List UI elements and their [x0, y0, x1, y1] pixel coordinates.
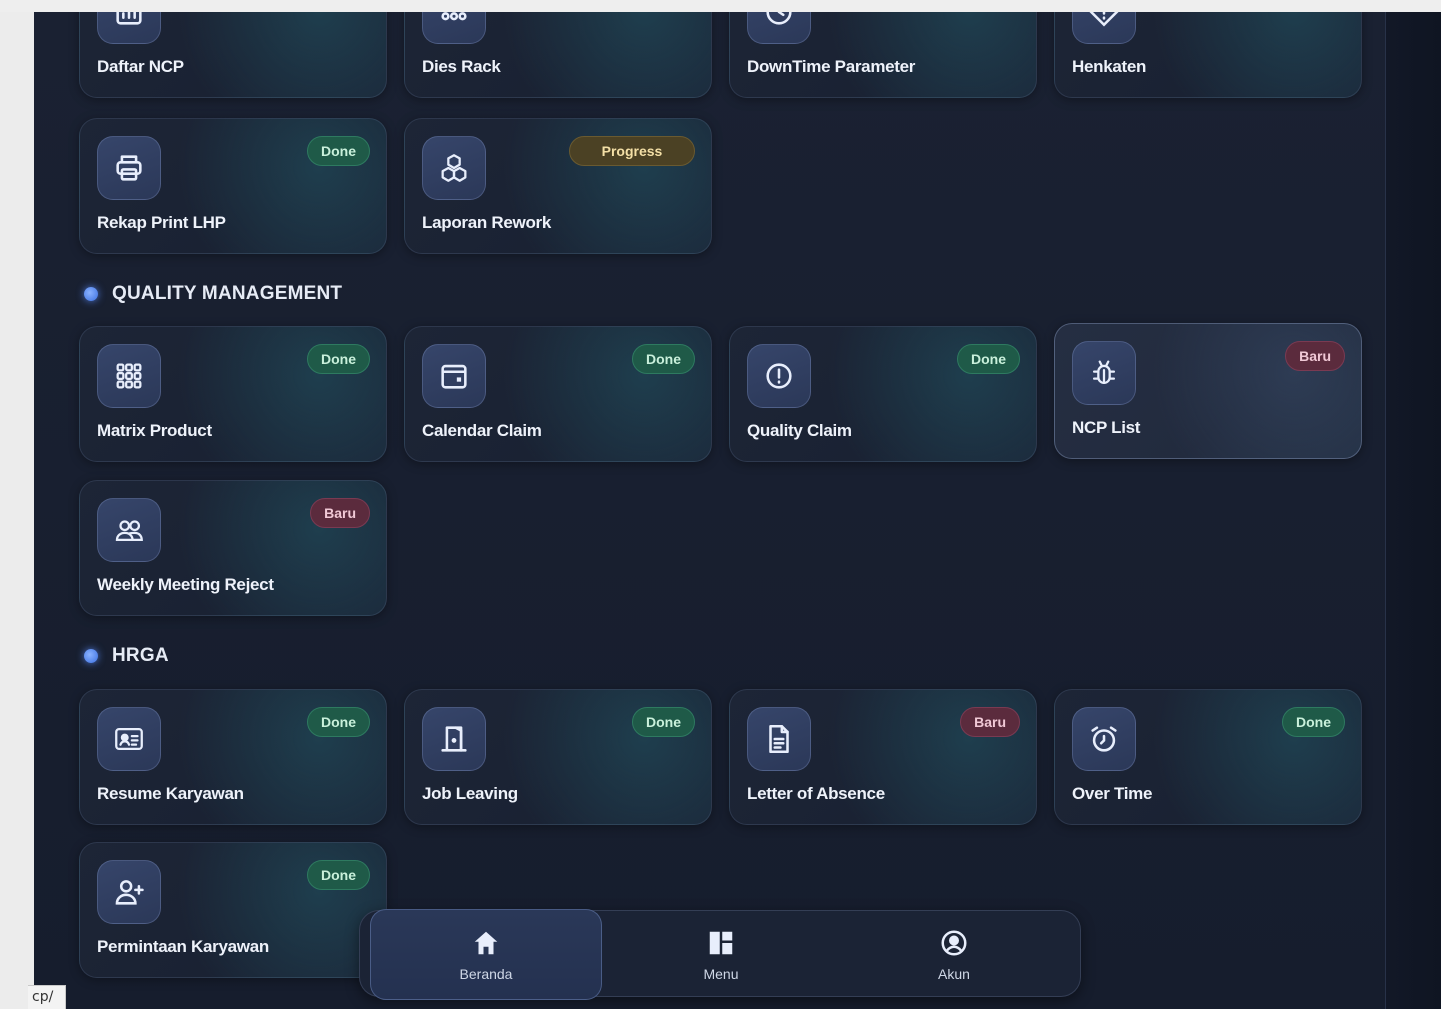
nav-menu[interactable]: Menu [605, 911, 837, 998]
card-rekap-print-lhp[interactable]: Done Rekap Print LHP [79, 118, 387, 254]
card-label: Henkaten [1072, 57, 1147, 76]
card-label: Resume Karyawan [97, 784, 244, 803]
status-badge: Done [307, 136, 370, 166]
card-label: DownTime Parameter [747, 57, 916, 76]
browser-top-strip [0, 0, 1441, 12]
calendar-icon [422, 344, 486, 408]
bar-chart-icon [97, 12, 161, 44]
card-label: Permintaan Karyawan [97, 937, 269, 956]
status-badge: Baru [960, 707, 1020, 737]
card-label: Calendar Claim [422, 421, 542, 440]
diamond-alert-icon [1072, 12, 1136, 44]
card-job-leaving[interactable]: Done Job Leaving [404, 689, 712, 825]
nav-label: Akun [938, 965, 970, 982]
card-henkaten[interactable]: Henkaten [1054, 12, 1362, 98]
nav-label: Menu [703, 965, 739, 982]
card-downtime-parameter[interactable]: DownTime Parameter [729, 12, 1037, 98]
bug-icon [1072, 341, 1136, 405]
card-label: Rekap Print LHP [97, 213, 226, 232]
nav-beranda[interactable]: Beranda [370, 909, 602, 1000]
card-label: Dies Rack [422, 57, 501, 76]
status-badge: Baru [1285, 341, 1345, 371]
user-circle-icon [941, 930, 967, 955]
status-badge: Progress [569, 136, 695, 166]
status-badge: Done [307, 707, 370, 737]
status-badge: Done [957, 344, 1020, 374]
door-icon [422, 707, 486, 771]
status-badge: Done [1282, 707, 1345, 737]
boxes-icon [422, 136, 486, 200]
status-badge: Done [632, 344, 695, 374]
card-label: NCP List [1072, 418, 1141, 437]
card-label: Weekly Meeting Reject [97, 575, 274, 594]
card-calendar-claim[interactable]: Done Calendar Claim [404, 326, 712, 462]
section-dot-icon [84, 287, 98, 301]
layout-icon [709, 931, 733, 954]
card-laporan-rework[interactable]: Progress Laporan Rework [404, 118, 712, 254]
user-plus-icon [97, 860, 161, 924]
card-daftar-ncp[interactable]: Daftar NCP [79, 12, 387, 98]
bottom-nav: Beranda Menu Akun [359, 909, 1081, 1000]
section-quality-management: QUALITY MANAGEMENT [84, 283, 342, 305]
id-card-icon [97, 707, 161, 771]
printer-icon [97, 136, 161, 200]
app-container: Daftar NCP Dies Rack DownTime Parameter … [34, 12, 1441, 1009]
card-label: Daftar NCP [97, 57, 184, 76]
card-permintaan-karyawan[interactable]: Done Permintaan Karyawan [79, 842, 387, 978]
card-label: Letter of Absence [747, 784, 885, 803]
home-icon [474, 931, 498, 954]
status-badge: Done [632, 707, 695, 737]
card-letter-of-absence[interactable]: Baru Letter of Absence [729, 689, 1037, 825]
clock-icon [747, 12, 811, 44]
status-badge: Baru [310, 498, 370, 528]
card-label: Job Leaving [422, 784, 518, 803]
card-label: Matrix Product [97, 421, 212, 440]
card-weekly-meeting-reject[interactable]: Baru Weekly Meeting Reject [79, 480, 387, 616]
browser-status-url: cp/ [28, 985, 66, 1009]
right-panel-edge [1385, 12, 1441, 1009]
section-dot-icon [84, 649, 98, 663]
section-hrga: HRGA [84, 645, 169, 667]
card-resume-karyawan[interactable]: Done Resume Karyawan [79, 689, 387, 825]
status-badge: Done [307, 860, 370, 890]
grid-icon [97, 344, 161, 408]
card-dies-rack[interactable]: Dies Rack [404, 12, 712, 98]
users-icon [97, 498, 161, 562]
nav-akun[interactable]: Akun [838, 911, 1070, 998]
document-icon [747, 707, 811, 771]
section-title: HRGA [112, 645, 169, 666]
card-matrix-product[interactable]: Done Matrix Product [79, 326, 387, 462]
card-over-time[interactable]: Done Over Time [1054, 689, 1362, 825]
rack-icon [422, 12, 486, 44]
card-quality-claim[interactable]: Done Quality Claim [729, 326, 1037, 462]
alarm-clock-icon [1072, 707, 1136, 771]
card-label: Quality Claim [747, 421, 852, 440]
card-ncp-list[interactable]: Baru NCP List [1054, 323, 1362, 459]
status-badge: Done [307, 344, 370, 374]
card-label: Laporan Rework [422, 213, 551, 232]
section-title: QUALITY MANAGEMENT [112, 283, 343, 304]
card-label: Over Time [1072, 784, 1153, 803]
nav-label: Beranda [459, 965, 513, 982]
alert-circle-icon [747, 344, 811, 408]
